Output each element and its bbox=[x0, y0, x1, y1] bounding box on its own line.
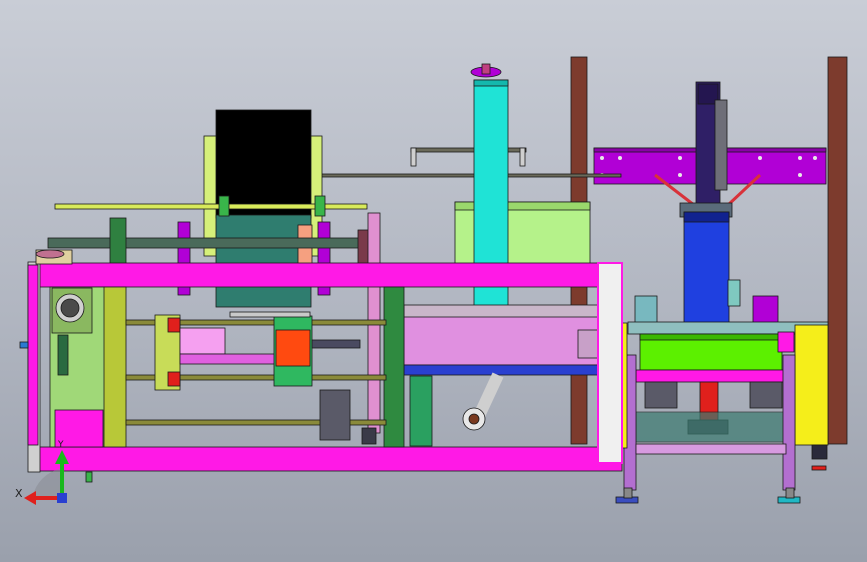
triad-y-label: Y bbox=[58, 440, 64, 450]
cad-viewport[interactable]: X Y bbox=[0, 0, 867, 562]
triad-x-label: X bbox=[15, 487, 23, 500]
axis-triad bbox=[24, 450, 69, 505]
